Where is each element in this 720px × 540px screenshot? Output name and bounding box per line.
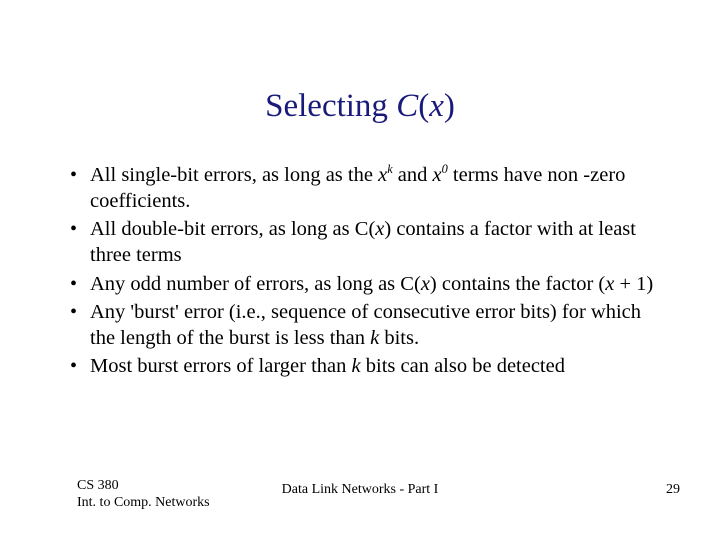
page-number: 29 [666, 482, 680, 498]
math-fn: C [400, 273, 414, 295]
list-item: Any odd number of errors, as long as C(x… [70, 272, 670, 298]
bullet-text: Any 'burst' error (i.e., sequence of con… [90, 301, 641, 349]
bullet-text: and [393, 164, 433, 186]
math-fn: C [355, 218, 369, 240]
slide-title: Selecting C(x) [0, 88, 720, 125]
list-item: All double-bit errors, as long as C(x) c… [70, 217, 670, 268]
slide: Selecting C(x) All single-bit errors, as… [0, 0, 720, 540]
bullet-text: + 1) [614, 273, 653, 295]
math-var: x [605, 273, 614, 295]
math-var: x [375, 218, 384, 240]
list-item: Most burst errors of larger than k bits … [70, 354, 670, 380]
title-paren-open: ( [418, 88, 429, 124]
bullet-text: Any odd number of errors, as long as [90, 273, 400, 295]
footer-center: Data Link Networks - Part I [0, 482, 720, 498]
bullet-text: bits can also be detected [361, 355, 565, 377]
math-var: x [378, 164, 387, 186]
bullet-list: All single-bit errors, as long as the x k… [70, 163, 670, 383]
math-var: k [352, 355, 361, 377]
bullet-text: Most burst errors of larger than [90, 355, 352, 377]
title-paren-close: ) [444, 88, 455, 124]
paren: ) [430, 273, 437, 295]
title-var: x [429, 88, 444, 124]
math-var: k [370, 327, 379, 349]
title-text: Selecting [265, 88, 396, 124]
bullet-text: All double-bit errors, as long as [90, 218, 355, 240]
bullet-text: All single-bit errors, as long as the [90, 164, 378, 186]
list-item: Any 'burst' error (i.e., sequence of con… [70, 300, 670, 351]
bullet-text: contains the factor ( [437, 273, 605, 295]
paren: ( [414, 273, 421, 295]
title-func: C [396, 88, 418, 124]
bullet-text: bits. [379, 327, 419, 349]
math-var: x [421, 273, 430, 295]
math-var: x [433, 164, 442, 186]
list-item: All single-bit errors, as long as the xk… [70, 163, 670, 214]
